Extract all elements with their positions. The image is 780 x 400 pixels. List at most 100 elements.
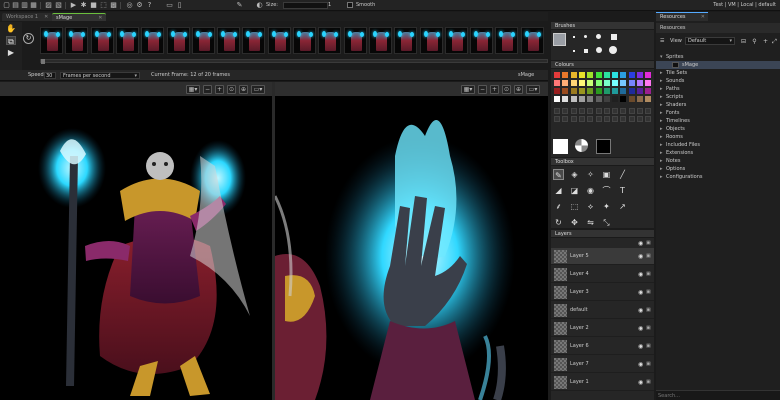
palette-swatch[interactable]: [645, 72, 652, 78]
palette-swatch[interactable]: [637, 96, 643, 102]
palette-swatch[interactable]: [603, 88, 610, 94]
filter-icon[interactable]: ⚲: [751, 38, 758, 45]
eye-icon[interactable]: ◉: [638, 325, 643, 332]
chevron-right-icon[interactable]: ▸: [660, 109, 663, 117]
save-all-icon[interactable]: ▦: [30, 2, 37, 9]
compile-icon[interactable]: ▨: [45, 2, 52, 9]
chevron-right-icon[interactable]: ▸: [660, 157, 663, 165]
eye-icon[interactable]: ◉: [638, 343, 643, 350]
layer-row[interactable]: Layer 1 ◉ ▣: [551, 374, 654, 391]
package-icon[interactable]: ▩: [110, 2, 117, 9]
palette-swatch[interactable]: [554, 96, 560, 102]
visibility-all-icon[interactable]: ◉: [638, 240, 643, 247]
palette-swatch[interactable]: [587, 80, 594, 86]
layer-row[interactable]: Layer 7 ◉ ▣: [551, 356, 654, 373]
lock-icon[interactable]: ▣: [646, 307, 651, 313]
lock-all-icon[interactable]: ▣: [646, 240, 651, 246]
palette-swatch[interactable]: [637, 88, 643, 94]
expand-icon[interactable]: ⤢: [771, 38, 778, 45]
scrub-handle[interactable]: [41, 59, 45, 64]
palette-swatch[interactable]: [612, 80, 619, 86]
smooth-checkbox[interactable]: [347, 2, 353, 8]
palette-swatch[interactable]: [603, 72, 610, 78]
frame-thumbnail[interactable]: [191, 27, 215, 54]
frame-thumbnail[interactable]: [90, 27, 114, 54]
onion-skin-icon[interactable]: ⧉: [6, 36, 16, 46]
loop-icon[interactable]: ↻: [23, 33, 34, 44]
scale-tool-icon[interactable]: ⤡: [601, 217, 612, 228]
resource-folder[interactable]: ▸ Configurations: [656, 173, 780, 181]
frame-thumbnail[interactable]: [166, 27, 190, 54]
empty-swatch[interactable]: [612, 116, 619, 122]
debug-icon[interactable]: ✱: [80, 2, 87, 9]
palette-swatch[interactable]: [578, 88, 585, 94]
lock-icon[interactable]: ▣: [646, 325, 651, 331]
palette-swatch[interactable]: [562, 80, 569, 86]
empty-swatch[interactable]: [554, 116, 560, 122]
palette-swatch[interactable]: [562, 88, 569, 94]
palette-swatch[interactable]: [628, 80, 635, 86]
settings-icon[interactable]: ⚙: [136, 2, 143, 9]
resource-folder[interactable]: ▸ Timelines: [656, 117, 780, 125]
palette-swatch[interactable]: [628, 72, 635, 78]
layer-row[interactable]: Layer 2 ◉ ▣: [551, 320, 654, 337]
chevron-right-icon[interactable]: ▸: [660, 69, 663, 77]
frame-thumbnail[interactable]: [394, 27, 418, 54]
palette-swatch[interactable]: [620, 72, 627, 78]
palette-swatch[interactable]: [554, 80, 560, 86]
palette-swatch[interactable]: [562, 96, 569, 102]
palette-swatch[interactable]: [570, 88, 577, 94]
palette-swatch[interactable]: [645, 80, 652, 86]
palette-swatch[interactable]: [554, 88, 560, 94]
timeline-scrubber[interactable]: [40, 59, 548, 64]
chevron-right-icon[interactable]: ▸: [660, 141, 663, 149]
text-tool-icon[interactable]: T: [617, 185, 628, 196]
empty-swatch[interactable]: [637, 108, 643, 114]
chevron-right-icon[interactable]: ▸: [660, 93, 663, 101]
empty-swatch[interactable]: [570, 108, 577, 114]
run-icon[interactable]: ▶: [70, 2, 77, 9]
resource-folder[interactable]: ▸ Rooms: [656, 133, 780, 141]
lock-icon[interactable]: ▣: [646, 289, 651, 295]
empty-swatch[interactable]: [637, 116, 643, 122]
palette-swatch[interactable]: [612, 72, 619, 78]
fill-tool-icon[interactable]: ◢: [553, 185, 564, 196]
select-rect-icon[interactable]: ⬚: [569, 201, 580, 212]
eye-icon[interactable]: ◉: [638, 271, 643, 278]
layer-row[interactable]: Layer 4 ◉ ▣: [551, 266, 654, 283]
brush-square-small[interactable]: [584, 49, 588, 53]
grid-icon[interactable]: ▦▾: [461, 85, 475, 94]
chevron-right-icon[interactable]: ▸: [660, 133, 663, 141]
frame-thumbnail[interactable]: [318, 27, 342, 54]
add-icon[interactable]: +: [762, 38, 769, 45]
palette-swatch[interactable]: [645, 96, 652, 102]
zoom-out-icon[interactable]: −: [203, 85, 212, 94]
resource-folder[interactable]: ▸ Paths: [656, 85, 780, 93]
frame-thumbnail[interactable]: [65, 27, 89, 54]
resource-folder[interactable]: ▸ Included Files: [656, 141, 780, 149]
lock-icon[interactable]: ▣: [646, 343, 651, 349]
swap-colours-icon[interactable]: [575, 139, 588, 152]
empty-swatch[interactable]: [603, 108, 610, 114]
chevron-right-icon[interactable]: ▸: [660, 149, 663, 157]
frame-thumbnail[interactable]: [217, 27, 241, 54]
palette-swatch[interactable]: [587, 96, 594, 102]
palette-swatch[interactable]: [620, 96, 627, 102]
magic-wand-icon[interactable]: ✦: [601, 201, 612, 212]
lock-icon[interactable]: ▣: [646, 379, 651, 385]
layer-row[interactable]: Layer 5 ◉ ▣: [551, 248, 654, 265]
palette-swatch[interactable]: [578, 80, 585, 86]
palette-swatch[interactable]: [620, 80, 627, 86]
tab-workspace[interactable]: Workspace 1 ✕: [2, 13, 53, 21]
empty-swatch[interactable]: [645, 108, 652, 114]
empty-swatch[interactable]: [578, 108, 585, 114]
resource-folder[interactable]: ▸ Options: [656, 165, 780, 173]
zoom-in-icon[interactable]: +: [215, 85, 224, 94]
close-icon[interactable]: ✕: [44, 14, 48, 20]
palette-swatch[interactable]: [612, 96, 619, 102]
brush-round-large[interactable]: [596, 47, 602, 53]
chevron-right-icon[interactable]: ▸: [660, 165, 663, 173]
collapse-icon[interactable]: ⊟: [740, 38, 747, 45]
empty-swatch[interactable]: [562, 108, 569, 114]
spray-tool-icon[interactable]: ⸙: [553, 201, 564, 212]
